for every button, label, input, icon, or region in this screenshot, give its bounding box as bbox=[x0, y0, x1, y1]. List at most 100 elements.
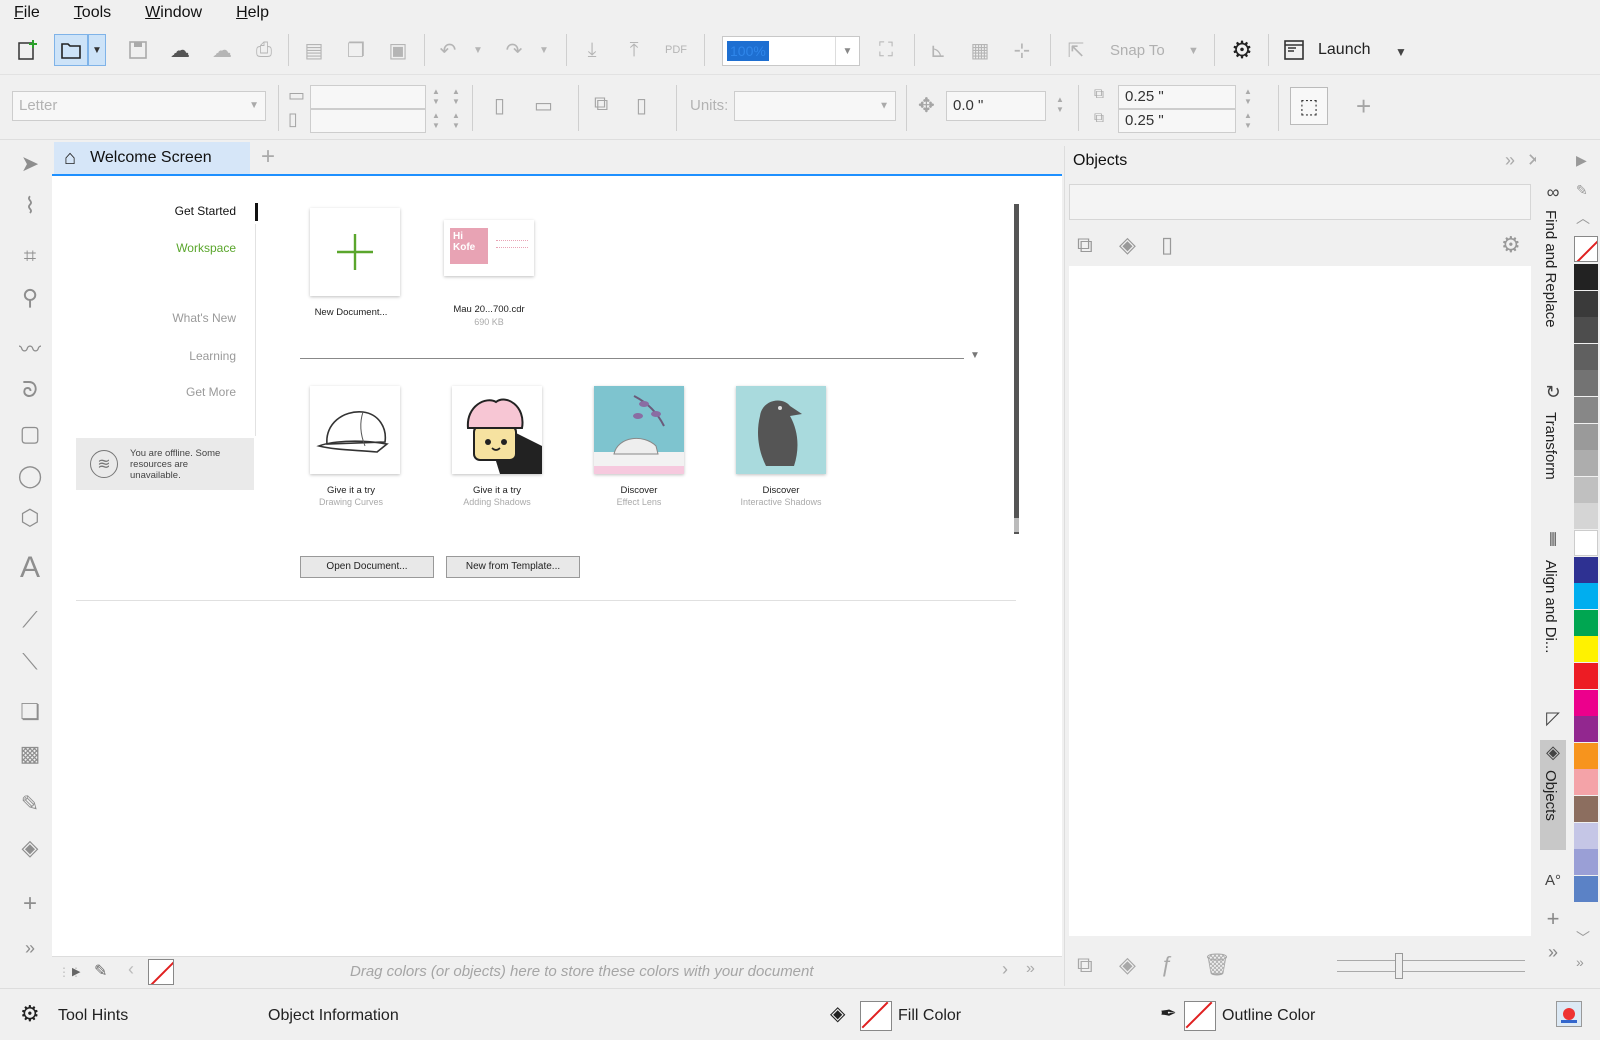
undo-dropdown-icon[interactable]: ▼ bbox=[462, 34, 494, 66]
outline-color-label[interactable]: Outline Color bbox=[1222, 1007, 1315, 1025]
palette-swatch[interactable] bbox=[1574, 742, 1598, 769]
publish-pdf-icon[interactable]: PDF bbox=[660, 34, 692, 66]
learn-adding-shadows-tile[interactable] bbox=[452, 386, 542, 474]
palette-scroll-left-icon[interactable]: ‹ bbox=[128, 959, 134, 980]
all-pages-icon[interactable]: ⧉ bbox=[594, 93, 608, 116]
open-document-button[interactable]: Open Document... bbox=[300, 556, 434, 578]
palette-swatch[interactable] bbox=[1574, 822, 1598, 849]
nav-workspace[interactable]: Workspace bbox=[56, 241, 236, 255]
snap-to-arrow-icon[interactable]: ▼ bbox=[1188, 45, 1199, 57]
tool-hints-gear-icon[interactable]: ⚙ bbox=[20, 1001, 40, 1027]
palette-swatch[interactable] bbox=[1574, 636, 1598, 663]
color-proofing-icon[interactable] bbox=[1556, 1001, 1582, 1027]
duplicate-y-input[interactable]: 0.25 " bbox=[1118, 109, 1236, 133]
treat-as-filled-icon[interactable]: ⬚ bbox=[1290, 87, 1328, 125]
palette-swatch[interactable] bbox=[1574, 663, 1598, 689]
palette-swatch[interactable] bbox=[1574, 343, 1598, 370]
page-width-spinner-2[interactable]: ▲ ▼ bbox=[446, 87, 466, 107]
cloud-upload-icon[interactable]: ☁ bbox=[206, 34, 238, 66]
undo-icon[interactable]: ↶ bbox=[432, 34, 464, 66]
palette-swatch[interactable] bbox=[1574, 689, 1598, 716]
dimension-tool-icon[interactable]: ⟋ bbox=[8, 600, 52, 640]
palette-menu-arrow-icon[interactable]: ▶ bbox=[72, 965, 80, 978]
show-guidelines-icon[interactable]: ⊹ bbox=[1006, 34, 1038, 66]
docker-settings-gear-icon[interactable]: ⚙ bbox=[1501, 232, 1521, 258]
palette-swatch[interactable] bbox=[1574, 556, 1598, 583]
open-document-icon[interactable] bbox=[54, 34, 88, 66]
learn-effect-lens-tile[interactable] bbox=[594, 386, 684, 474]
toolbox-expand-icon[interactable]: » bbox=[8, 928, 52, 968]
nav-get-started[interactable]: Get Started bbox=[56, 204, 236, 218]
palette-swatch[interactable] bbox=[1574, 716, 1598, 743]
palette-flyout-icon[interactable]: ▶ bbox=[1576, 152, 1587, 169]
palette-swatch[interactable] bbox=[1574, 397, 1598, 423]
page-icon[interactable]: ⧉ bbox=[1077, 232, 1093, 258]
palette-swatch[interactable] bbox=[1574, 264, 1598, 290]
tab-welcome-screen[interactable]: ⌂ Welcome Screen bbox=[54, 142, 250, 174]
palette-expand-icon-2[interactable]: » bbox=[1576, 954, 1584, 970]
full-screen-preview-icon[interactable]: ⛶ bbox=[870, 34, 902, 66]
nav-get-more[interactable]: Get More bbox=[56, 385, 236, 399]
palette-scroll-down-icon[interactable]: ﹀ bbox=[1576, 928, 1590, 948]
objects-search-input[interactable] bbox=[1069, 184, 1531, 220]
palette-swatch[interactable] bbox=[1574, 796, 1598, 822]
outline-color-swatch[interactable] bbox=[1184, 1001, 1216, 1031]
launch-button[interactable]: Launch bbox=[1318, 41, 1371, 59]
interactive-fill-icon[interactable]: ◈ bbox=[8, 828, 52, 868]
rectangle-tool-icon[interactable]: ▢ bbox=[8, 414, 52, 454]
text-tool-icon[interactable]: A bbox=[8, 548, 52, 588]
palette-swatch[interactable] bbox=[1574, 583, 1598, 610]
launch-app-icon[interactable] bbox=[1278, 34, 1310, 66]
vtab-expand[interactable]: » bbox=[1540, 942, 1566, 970]
fill-color-label[interactable]: Fill Color bbox=[898, 1007, 961, 1025]
new-tab-plus-icon[interactable]: + bbox=[256, 144, 280, 172]
palette-swatch[interactable] bbox=[1574, 317, 1598, 344]
page-width-spinner[interactable]: ▲ ▼ bbox=[426, 87, 446, 107]
palette-swatch[interactable] bbox=[1574, 609, 1598, 636]
page-width-input[interactable] bbox=[310, 85, 426, 109]
palette-swatch[interactable] bbox=[1574, 423, 1598, 450]
redo-dropdown-icon[interactable]: ▼ bbox=[528, 34, 560, 66]
connector-tool-icon[interactable]: ⟍ bbox=[8, 642, 52, 682]
show-grid-icon[interactable]: ▦ bbox=[964, 34, 996, 66]
cut-icon[interactable]: ▤ bbox=[298, 34, 330, 66]
zoom-level-combo[interactable]: 100% ▼ bbox=[722, 36, 860, 66]
thumbnail-size-slider[interactable] bbox=[1337, 953, 1525, 979]
vtab-extra[interactable]: ◸ bbox=[1540, 706, 1566, 736]
export-icon[interactable]: ⤒ bbox=[618, 34, 650, 66]
zoom-dropdown-icon[interactable]: ▼ bbox=[835, 37, 859, 65]
objects-list[interactable] bbox=[1069, 266, 1531, 936]
portrait-icon[interactable]: ▯ bbox=[494, 93, 505, 118]
nudge-spinner[interactable]: ▲ ▼ bbox=[1050, 95, 1070, 115]
page-size-dropdown-icon[interactable]: ▼ bbox=[249, 92, 259, 120]
options-gear-icon[interactable]: ⚙ bbox=[1226, 34, 1258, 66]
nav-learning[interactable]: Learning bbox=[56, 349, 236, 363]
slider-knob[interactable] bbox=[1395, 953, 1403, 979]
page-height-spinner-2[interactable]: ▲ ▼ bbox=[446, 111, 466, 131]
menu-window[interactable]: Window bbox=[145, 4, 202, 22]
new-document-icon[interactable] bbox=[12, 34, 44, 66]
pick-tool-icon[interactable]: ➤ bbox=[8, 144, 52, 184]
fill-color-swatch[interactable] bbox=[860, 1001, 892, 1031]
freehand-tool-icon[interactable]: 〰 bbox=[8, 328, 52, 368]
learn-interactive-shadows-tile[interactable] bbox=[736, 386, 826, 474]
vtab-find-and-replace[interactable]: ∞ Find and Replace bbox=[1540, 182, 1566, 372]
delete-trash-icon[interactable]: 🗑 bbox=[1203, 952, 1231, 978]
object-information-label[interactable]: Object Information bbox=[268, 1007, 399, 1025]
new-from-template-button[interactable]: New from Template... bbox=[446, 556, 580, 578]
menu-tools[interactable]: Tools bbox=[74, 4, 111, 22]
new-layer-icon[interactable]: ⧉ bbox=[1077, 952, 1093, 978]
palette-swatch[interactable] bbox=[1574, 503, 1598, 530]
save-icon[interactable] bbox=[122, 34, 154, 66]
page-height-spinner[interactable]: ▲ ▼ bbox=[426, 111, 446, 131]
paste-icon[interactable]: ▣ bbox=[382, 34, 414, 66]
palette-swatch[interactable] bbox=[1574, 875, 1598, 902]
duplicate-x-spinner[interactable]: ▲ ▼ bbox=[1238, 87, 1258, 107]
palette-swatch[interactable] bbox=[1574, 530, 1598, 556]
palette-swatch[interactable] bbox=[1574, 370, 1598, 397]
welcome-scrollbar[interactable] bbox=[1014, 204, 1019, 534]
import-icon[interactable]: ⤓ bbox=[576, 34, 608, 66]
palette-swatch[interactable] bbox=[1574, 450, 1598, 477]
palette-no-color-swatch[interactable] bbox=[1574, 236, 1598, 262]
new-document-tile[interactable] bbox=[310, 208, 400, 296]
